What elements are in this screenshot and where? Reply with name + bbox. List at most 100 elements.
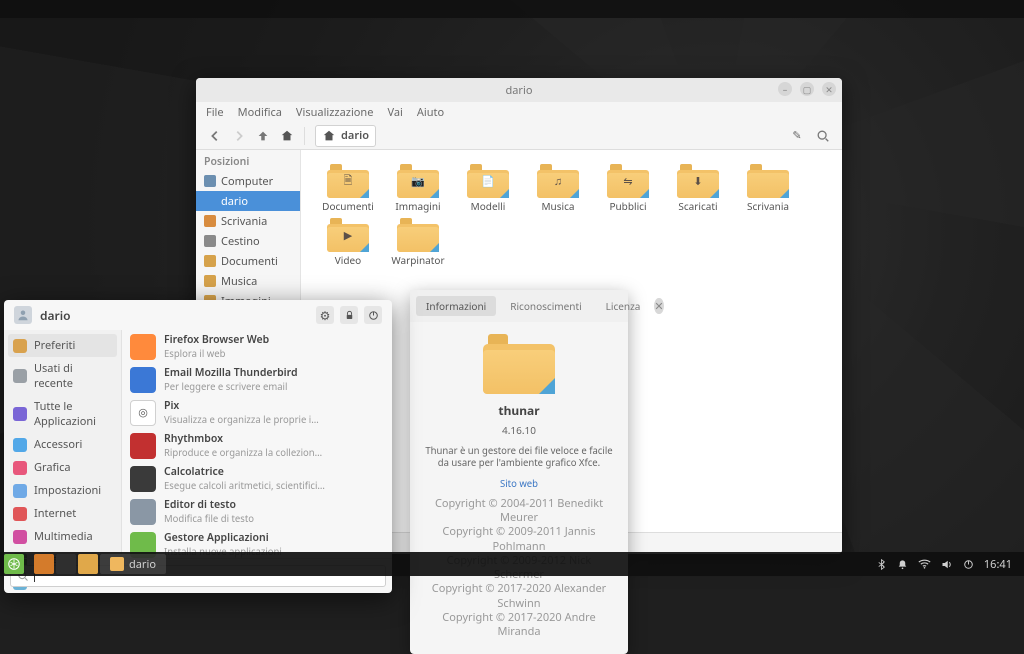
top-panel — [0, 0, 1024, 18]
category-impostazioni[interactable]: Impostazioni — [4, 479, 121, 502]
edit-path-button[interactable]: ✎ — [786, 125, 808, 147]
category-icon — [13, 507, 27, 521]
bottom-panel: dario 16:41 — [0, 552, 1024, 576]
category-multimedia[interactable]: Multimedia — [4, 525, 121, 548]
folder-icon — [747, 162, 789, 198]
app-calcolatrice[interactable]: CalcolatriceEsegue calcoli aritmetici, s… — [122, 462, 392, 495]
folder-icon: ⇋ — [607, 162, 649, 198]
menu-vai[interactable]: Vai — [387, 105, 402, 120]
category-tutte-le-applicazioni[interactable]: Tutte le Applicazioni — [4, 395, 121, 433]
app-description: Thunar è un gestore dei file veloce e fa… — [424, 445, 614, 470]
desktop-icon — [204, 215, 216, 227]
app-email-mozilla-thunderbird[interactable]: Email Mozilla ThunderbirdPer leggere e s… — [122, 363, 392, 396]
app-pix[interactable]: ◎PixVisualizza e organizza le proprie i… — [122, 396, 392, 429]
menu-modifica[interactable]: Modifica — [238, 105, 282, 120]
menu-aiuto[interactable]: Aiuto — [417, 105, 444, 120]
taskbar-item[interactable]: dario — [100, 554, 166, 574]
app-name: Rhythmbox — [164, 432, 384, 446]
maximize-button[interactable]: ▢ — [800, 82, 814, 96]
menu-launcher[interactable] — [4, 554, 24, 574]
category-label: Usati di recente — [34, 361, 112, 391]
category-grafica[interactable]: Grafica — [4, 456, 121, 479]
titlebar[interactable]: dario – ▢ ✕ — [196, 78, 842, 102]
path-bar[interactable]: dario — [315, 125, 376, 147]
folder-video[interactable]: ▶Video — [315, 216, 381, 266]
app-desc: Esegue calcoli aritmetici, scientifici… — [164, 479, 384, 492]
folder-pubblici[interactable]: ⇋Pubblici — [595, 162, 661, 212]
sidebar-item-musica[interactable]: Musica — [196, 271, 300, 291]
user-avatar[interactable] — [14, 306, 32, 324]
sidebar-item-cestino[interactable]: Cestino — [196, 231, 300, 251]
clock[interactable]: 16:41 — [984, 557, 1012, 572]
logout-button[interactable] — [364, 306, 382, 324]
application-menu: dario ⚙ Preferiti Usati di recente Tutte l… — [4, 300, 392, 593]
about-close-button[interactable]: ✕ — [654, 298, 663, 314]
folder-warpinator[interactable]: Warpinator — [385, 216, 451, 266]
app-name: Pix — [164, 399, 384, 413]
category-internet[interactable]: Internet — [4, 502, 121, 525]
computer-icon — [204, 175, 216, 187]
folder-modelli[interactable]: 📄Modelli — [455, 162, 521, 212]
folder-icon — [204, 275, 216, 287]
folder-documenti[interactable]: 🗎Documenti — [315, 162, 381, 212]
folder-label: Musica — [541, 201, 574, 212]
sidebar-item-label: dario — [221, 194, 248, 209]
category-icon — [13, 369, 27, 383]
about-tab-licenza[interactable]: Licenza — [596, 296, 651, 316]
sidebar-item-label: Scrivania — [221, 214, 267, 229]
app-desc: Visualizza e organizza le proprie i… — [164, 413, 384, 426]
menu-file[interactable]: File — [206, 105, 224, 120]
app-icon — [130, 367, 156, 393]
lock-button[interactable] — [340, 306, 358, 324]
sidebar-item-computer[interactable]: Computer — [196, 171, 300, 191]
notification-icon[interactable] — [897, 559, 908, 570]
launcher-terminal[interactable] — [56, 554, 76, 574]
minimize-button[interactable]: – — [778, 82, 792, 96]
power-icon[interactable] — [963, 559, 974, 570]
folder-icon — [397, 216, 439, 252]
app-icon — [130, 334, 156, 360]
folder-scrivania[interactable]: Scrivania — [735, 162, 801, 212]
about-tab-riconoscimenti[interactable]: Riconoscimenti — [500, 296, 591, 316]
category-label: Multimedia — [34, 529, 93, 544]
nav-up-button[interactable] — [252, 125, 274, 147]
volume-icon[interactable] — [941, 559, 953, 570]
category-preferiti[interactable]: Preferiti — [8, 334, 117, 357]
category-label: Internet — [34, 506, 76, 521]
folder-icon: ♫ — [537, 162, 579, 198]
folder-immagini[interactable]: 📷Immagini — [385, 162, 451, 212]
nav-back-button[interactable] — [204, 125, 226, 147]
app-name: thunar — [498, 402, 539, 419]
folder-icon — [204, 255, 216, 267]
sidebar-item-documenti[interactable]: Documenti — [196, 251, 300, 271]
about-tab-informazioni[interactable]: Informazioni — [416, 296, 496, 316]
sidebar-item-scrivania[interactable]: Scrivania — [196, 211, 300, 231]
app-firefox-browser-web[interactable]: Firefox Browser WebEsplora il web — [122, 330, 392, 363]
sidebar-section-title: Posizioni — [196, 150, 300, 171]
home-icon — [322, 129, 336, 143]
folder-label: Scaricati — [678, 201, 717, 212]
launcher-files[interactable] — [34, 554, 54, 574]
category-accessori[interactable]: Accessori — [4, 433, 121, 456]
bluetooth-icon[interactable] — [876, 559, 887, 570]
app-editor-di-testo[interactable]: Editor di testoModifica file di testo — [122, 495, 392, 528]
app-desc: Esplora il web — [164, 347, 384, 360]
app-icon — [130, 499, 156, 525]
close-button[interactable]: ✕ — [822, 82, 836, 96]
app-rhythmbox[interactable]: RhythmboxRiproduce e organizza la collez… — [122, 429, 392, 462]
app-icon — [483, 332, 555, 394]
nav-home-button[interactable] — [276, 125, 298, 147]
sidebar-item-dario[interactable]: dario — [196, 191, 300, 211]
folder-musica[interactable]: ♫ Musica — [525, 162, 591, 212]
menu-visualizzazione[interactable]: Visualizzazione — [296, 105, 374, 120]
app-icon — [130, 433, 156, 459]
network-icon[interactable] — [918, 559, 931, 570]
search-button[interactable] — [812, 125, 834, 147]
category-usati-di-recente[interactable]: Usati di recente — [4, 357, 121, 395]
settings-button[interactable]: ⚙ — [316, 306, 334, 324]
launcher-folder[interactable] — [78, 554, 98, 574]
folder-scaricati[interactable]: ⬇Scaricati — [665, 162, 731, 212]
nav-forward-button[interactable] — [228, 125, 250, 147]
website-link[interactable]: Sito web — [500, 477, 538, 490]
system-tray: 16:41 — [876, 557, 1020, 572]
